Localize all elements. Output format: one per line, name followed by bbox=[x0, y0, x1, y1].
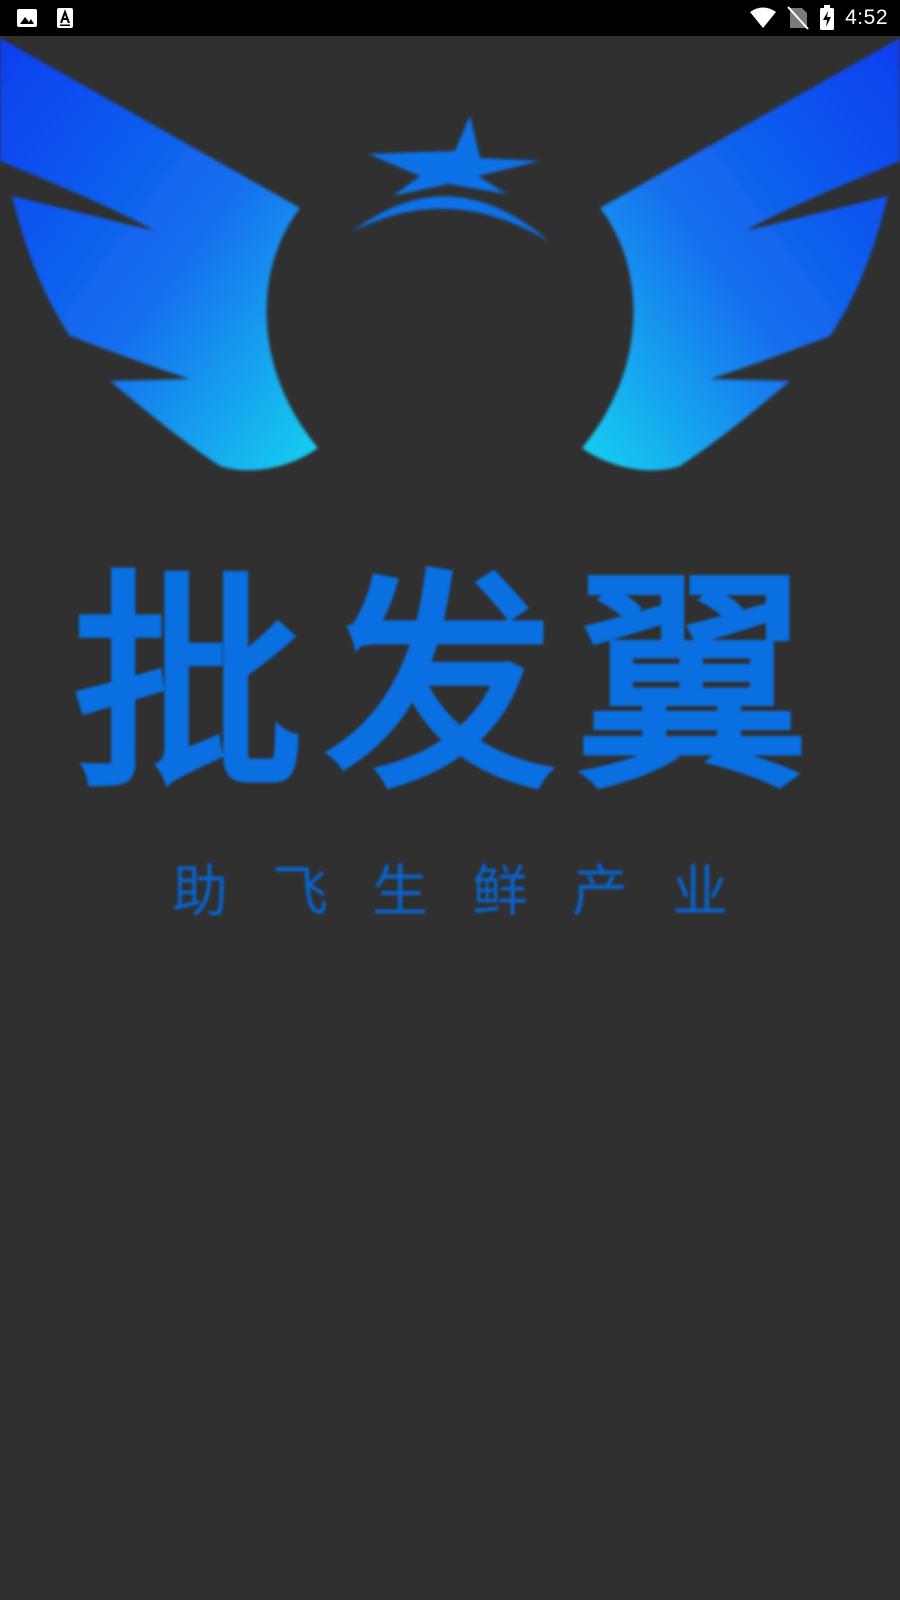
status-bar-notifications bbox=[16, 0, 74, 36]
no-sim-icon bbox=[787, 6, 809, 30]
winged-star-logo-icon bbox=[0, 38, 900, 471]
brand-slogan: 助飞生鲜产业 bbox=[172, 860, 772, 916]
status-bar: 4:52 bbox=[0, 0, 900, 36]
wifi-icon bbox=[749, 7, 777, 29]
arc-shape bbox=[352, 196, 550, 242]
left-wing bbox=[0, 38, 318, 471]
slogan-container: 助飞生鲜产业 bbox=[0, 858, 900, 916]
battery-charging-icon bbox=[819, 5, 835, 31]
splash-screen: 批发翼 助飞生鲜产业 bbox=[0, 36, 900, 1600]
star-shape bbox=[368, 116, 540, 196]
text-icon bbox=[56, 7, 74, 29]
status-bar-system: 4:52 bbox=[749, 0, 888, 36]
brand-title: 批发翼 bbox=[71, 551, 828, 821]
image-icon bbox=[16, 7, 38, 29]
right-wing bbox=[582, 38, 900, 471]
clock-time: 4:52 bbox=[845, 6, 888, 29]
